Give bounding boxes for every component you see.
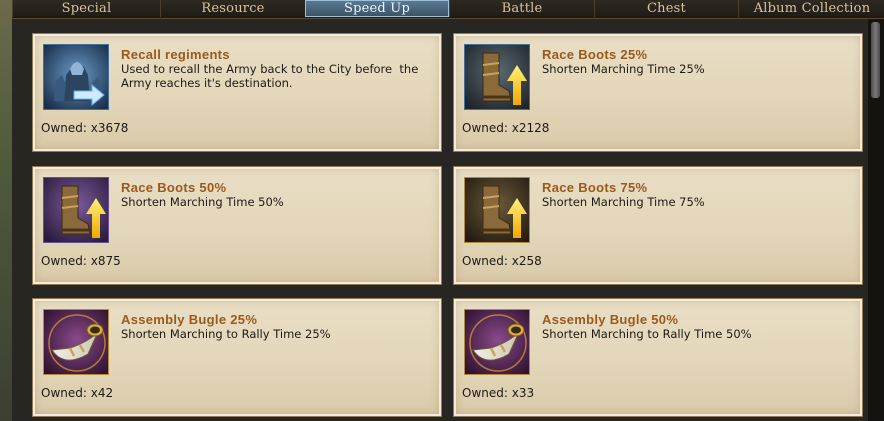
- background-scenery: [0, 0, 12, 421]
- item-description: Shorten Marching to Rally Time 25%: [121, 327, 331, 341]
- tab-battle[interactable]: Battle: [449, 0, 595, 17]
- race-boots-icon: [43, 177, 109, 243]
- item-title: Recall regiments: [121, 47, 230, 62]
- item-title: Assembly Bugle 50%: [542, 312, 679, 327]
- item-card-race-boots-50[interactable]: Race Boots 50% Shorten Marching Time 50%…: [32, 166, 442, 285]
- assembly-bugle-icon: [43, 309, 109, 375]
- item-card-assembly-bugle-50[interactable]: Assembly Bugle 50% Shorten Marching to R…: [453, 298, 863, 417]
- recall-army-icon: [43, 44, 109, 110]
- item-title: Assembly Bugle 25%: [121, 312, 258, 327]
- scrollbar-thumb[interactable]: [871, 22, 880, 98]
- tab-album-collection[interactable]: Album Collection: [738, 0, 884, 17]
- assembly-bugle-icon: [464, 309, 530, 375]
- category-tab-bar: Special Resource Speed Up Battle Chest A…: [12, 0, 884, 19]
- item-description: Shorten Marching Time 75%: [542, 195, 705, 209]
- item-owned-count: Owned: x875: [41, 254, 121, 268]
- item-card-race-boots-75[interactable]: Race Boots 75% Shorten Marching Time 75%…: [453, 166, 863, 285]
- item-description: Used to recall the Army back to the City…: [121, 62, 419, 90]
- item-card-recall-regiments[interactable]: Recall regiments Used to recall the Army…: [32, 33, 442, 152]
- item-title: Race Boots 25%: [542, 47, 648, 62]
- tab-chest[interactable]: Chest: [594, 0, 739, 17]
- item-description: Shorten Marching Time 50%: [121, 195, 284, 209]
- item-owned-count: Owned: x42: [41, 386, 114, 400]
- tab-special[interactable]: Special: [12, 0, 161, 17]
- item-owned-count: Owned: x3678: [41, 121, 129, 135]
- item-owned-count: Owned: x33: [462, 386, 535, 400]
- item-card-assembly-bugle-25[interactable]: Assembly Bugle 25% Shorten Marching to R…: [32, 298, 442, 417]
- tab-resource[interactable]: Resource: [160, 0, 306, 17]
- item-title: Race Boots 75%: [542, 180, 648, 195]
- race-boots-icon: [464, 177, 530, 243]
- item-description: Shorten Marching Time 25%: [542, 62, 705, 76]
- tab-speed-up[interactable]: Speed Up: [305, 0, 449, 17]
- item-owned-count: Owned: x258: [462, 254, 542, 268]
- race-boots-icon: [464, 44, 530, 110]
- item-title: Race Boots 50%: [121, 180, 227, 195]
- item-owned-count: Owned: x2128: [462, 121, 550, 135]
- item-card-race-boots-25[interactable]: Race Boots 25% Shorten Marching Time 25%…: [453, 33, 863, 152]
- item-description: Shorten Marching to Rally Time 50%: [542, 327, 752, 341]
